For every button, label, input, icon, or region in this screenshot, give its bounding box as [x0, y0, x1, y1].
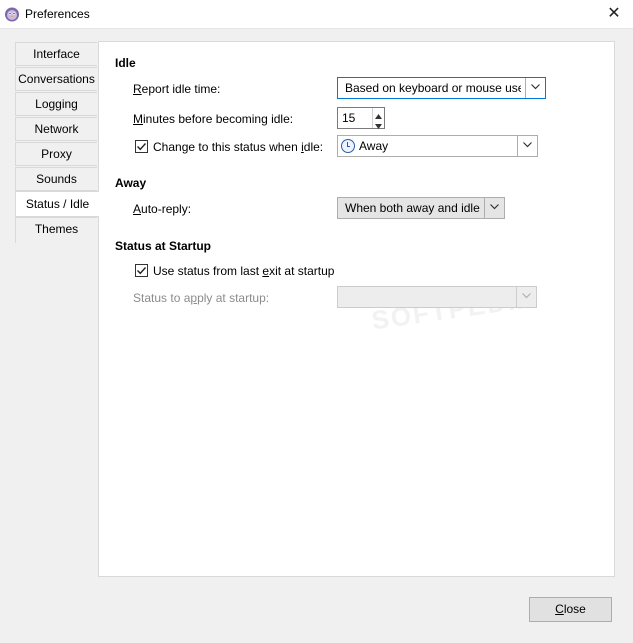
auto-reply-value: When both away and idle: [345, 201, 480, 215]
tab-themes[interactable]: Themes: [15, 217, 97, 243]
checkmark-icon: [137, 143, 147, 151]
minutes-idle-label: Minutes before becoming idle:: [133, 112, 294, 126]
tab-interface[interactable]: Interface: [15, 42, 97, 66]
auto-reply-label: Auto-reply:: [133, 202, 192, 216]
use-last-status-label: Use status from last exit at startup: [153, 264, 335, 278]
idle-status-dropdown[interactable]: Away: [337, 135, 538, 157]
report-idle-dropdown[interactable]: Based on keyboard or mouse use: [337, 77, 546, 99]
tab-sounds[interactable]: Sounds: [15, 167, 97, 191]
title-bar: Preferences ✕: [0, 0, 633, 29]
away-clock-icon: [341, 139, 355, 153]
change-status-checkbox[interactable]: [135, 140, 148, 153]
checkmark-icon: [137, 267, 147, 275]
close-button[interactable]: Close: [529, 597, 612, 622]
use-last-status-checkbox[interactable]: [135, 264, 148, 277]
change-status-label: Change to this status when idle:: [153, 140, 324, 154]
report-idle-label: Report idle time:: [133, 82, 221, 96]
tab-proxy[interactable]: Proxy: [15, 142, 97, 166]
stepper-up-icon[interactable]: [373, 108, 384, 119]
idle-heading: Idle: [115, 56, 136, 70]
minutes-idle-stepper[interactable]: 15: [337, 107, 385, 129]
startup-status-label: Status to apply at startup:: [133, 291, 270, 305]
away-heading: Away: [115, 176, 147, 190]
startup-heading: Status at Startup: [115, 239, 212, 253]
stepper-buttons: [372, 108, 384, 129]
chevron-down-icon[interactable]: [517, 136, 537, 156]
tab-logging[interactable]: Logging: [15, 92, 97, 116]
tab-network[interactable]: Network: [15, 117, 97, 141]
window-title: Preferences: [25, 7, 90, 21]
tab-conversations[interactable]: Conversations: [15, 67, 97, 91]
report-idle-value: Based on keyboard or mouse use: [345, 81, 521, 95]
minutes-idle-value: 15: [342, 111, 356, 125]
settings-panel: Idle Report idle time: Based on keyboard…: [98, 41, 615, 577]
tab-status-idle[interactable]: Status / Idle: [15, 191, 99, 217]
auto-reply-dropdown[interactable]: When both away and idle: [337, 197, 505, 219]
window-close-icon[interactable]: ✕: [604, 4, 624, 24]
idle-status-value: Away: [341, 139, 388, 153]
stepper-down-icon[interactable]: [373, 118, 384, 129]
chevron-down-icon[interactable]: [525, 78, 545, 98]
chevron-down-icon[interactable]: [484, 198, 504, 218]
pidgin-app-icon: [5, 7, 19, 22]
chevron-down-icon[interactable]: [516, 287, 536, 307]
startup-status-dropdown[interactable]: [337, 286, 537, 308]
